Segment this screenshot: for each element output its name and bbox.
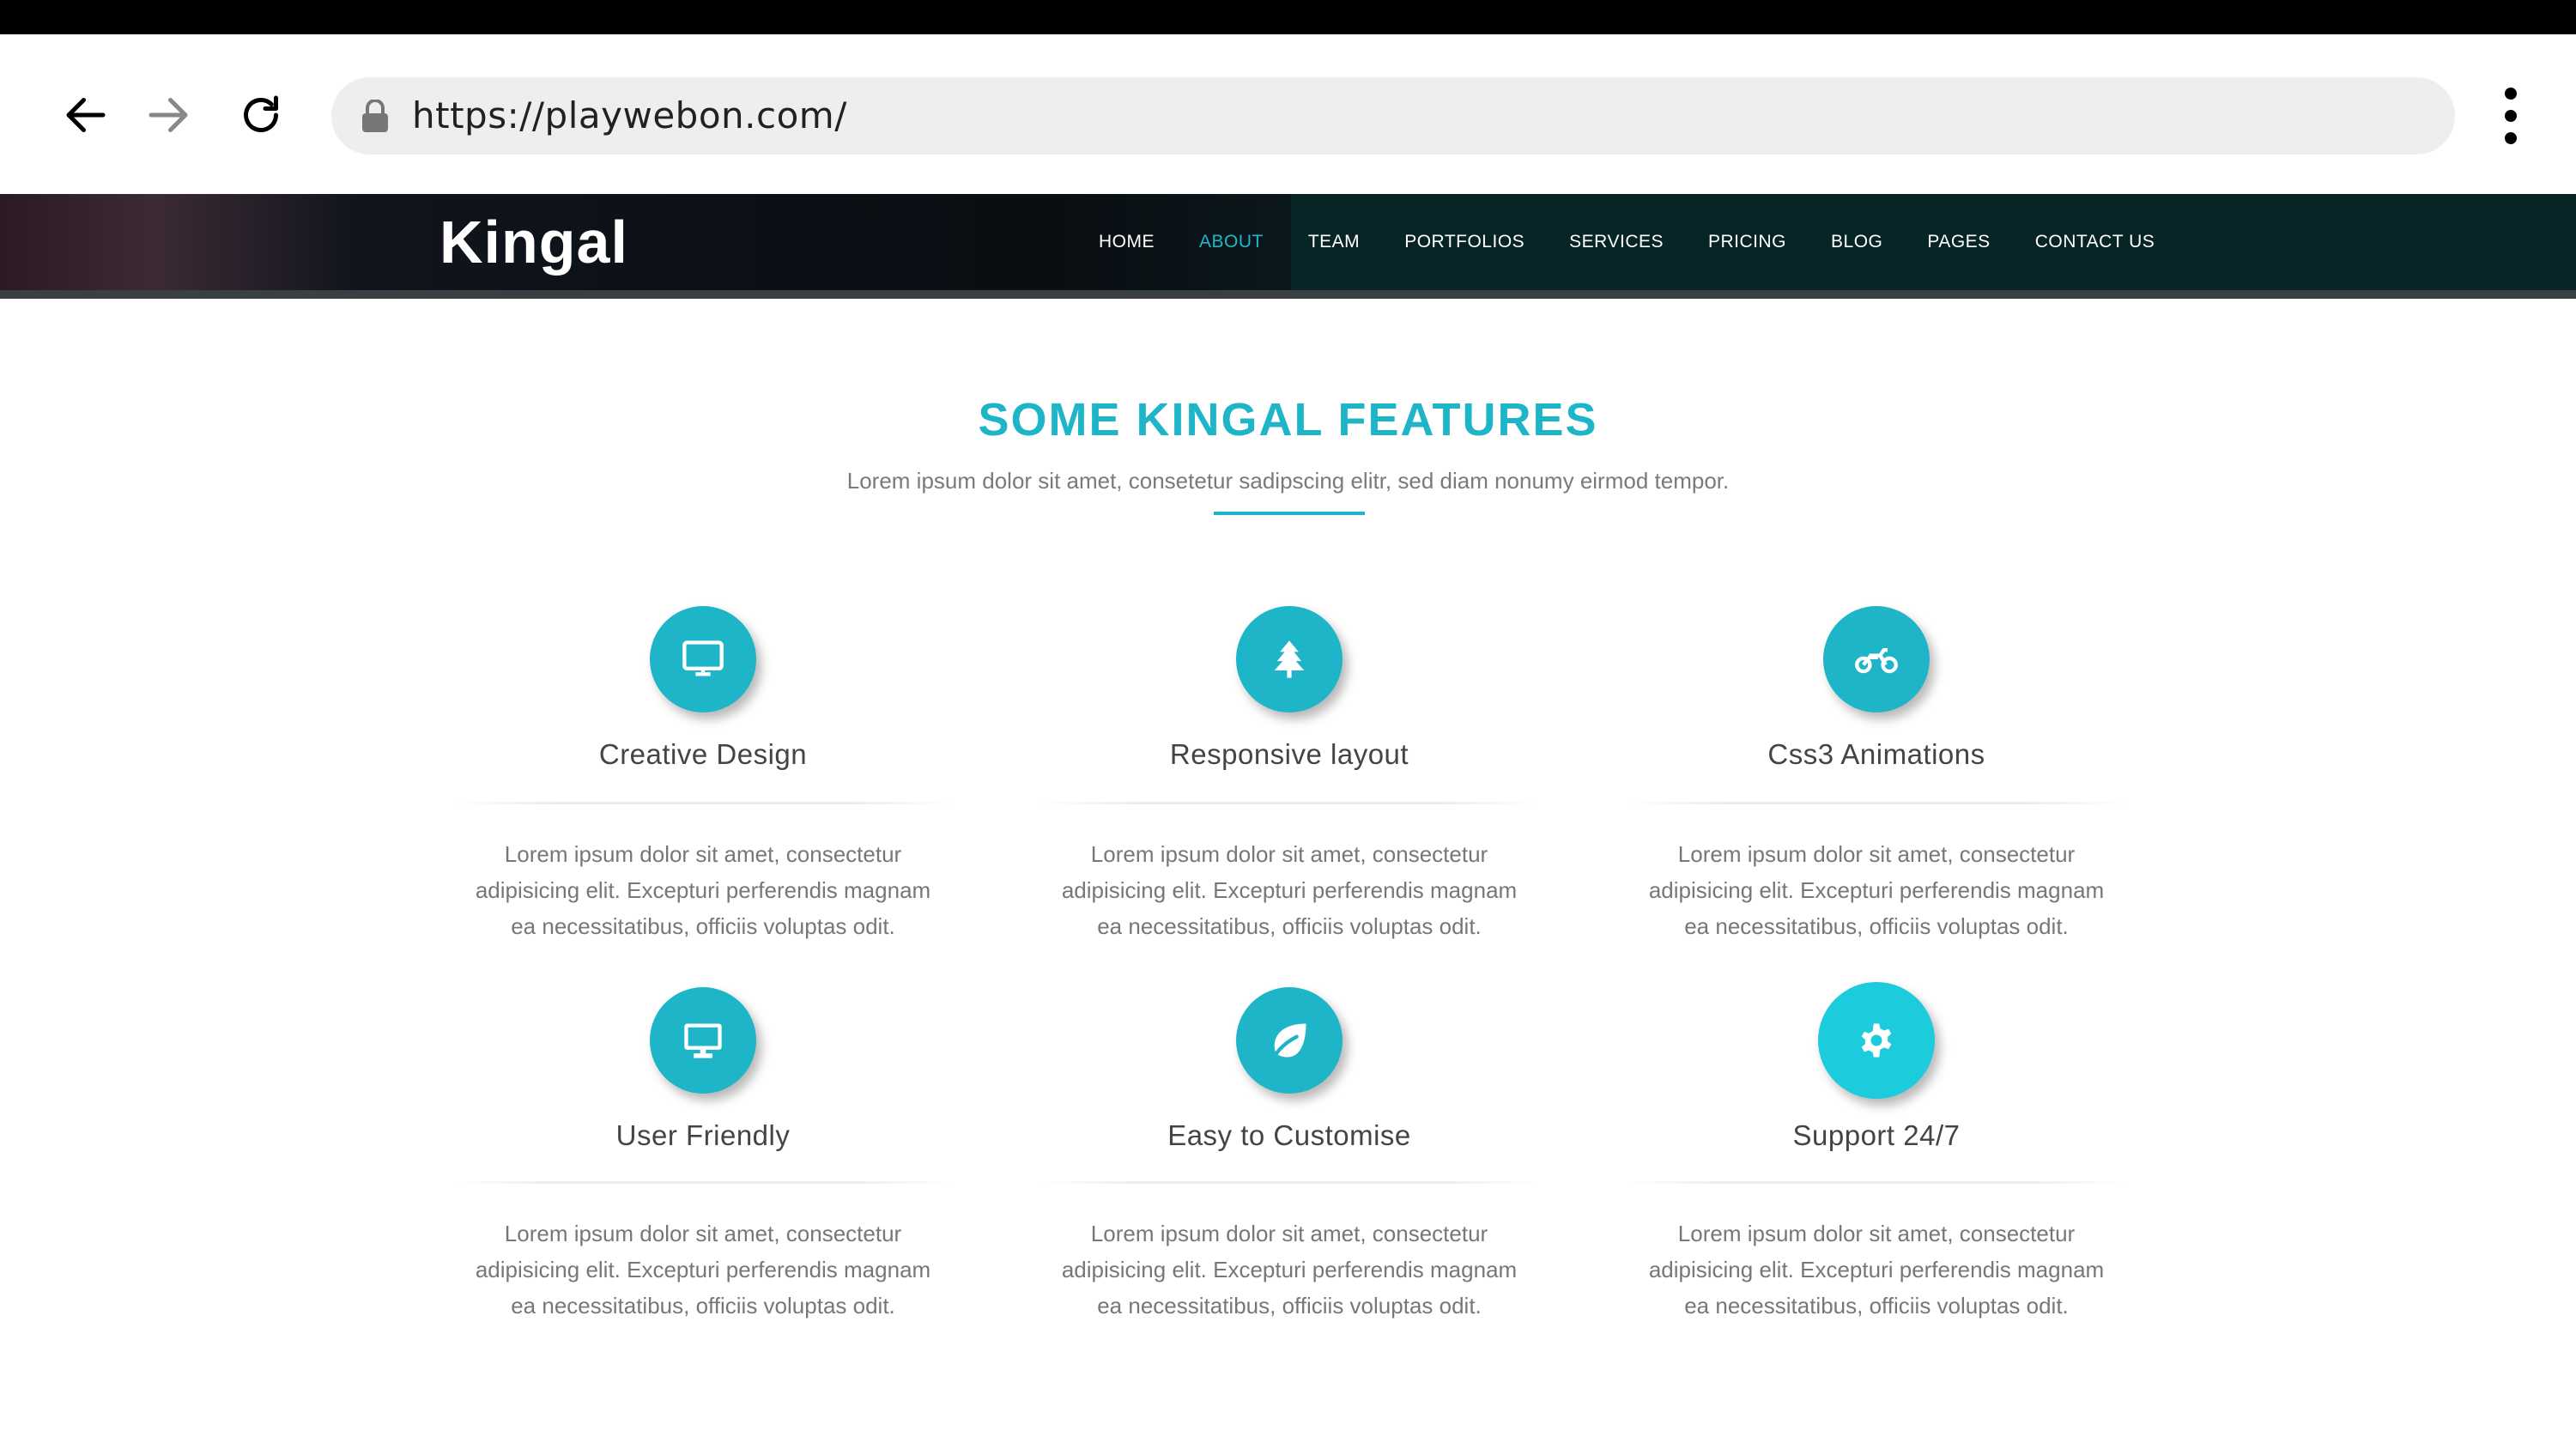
title-underline	[1214, 512, 1365, 515]
feature-divider	[1040, 1181, 1538, 1184]
feature-title: Responsive layout	[1169, 738, 1409, 770]
reload-button[interactable]	[227, 81, 295, 149]
feature-title: User Friendly	[615, 1119, 791, 1151]
address-bar[interactable]: https://playwebon.com/	[331, 77, 2455, 155]
back-button[interactable]	[52, 81, 120, 149]
feature-description: Lorem ipsum dolor sit amet, consectetur …	[1648, 841, 2105, 939]
motorcycle-icon	[1823, 606, 1930, 712]
nav-contact-us[interactable]: CONTACT US	[2035, 194, 2155, 290]
nav-team[interactable]: TEAM	[1308, 194, 1360, 290]
nav-portfolios[interactable]: PORTFOLIOS	[1404, 194, 1524, 290]
gear-icon	[1818, 982, 1935, 1099]
feature-title: Css3 Animations	[1767, 738, 1985, 770]
header-shadow	[0, 290, 2576, 299]
feature-description: Lorem ipsum dolor sit amet, consectetur …	[1061, 1221, 1518, 1319]
desktop-icon	[650, 987, 756, 1094]
feature-description: Lorem ipsum dolor sit amet, consectetur …	[1648, 1221, 2105, 1319]
arrow-right-icon	[148, 98, 188, 132]
site-logo[interactable]: Kingal	[439, 194, 628, 290]
leaf-icon	[1236, 987, 1343, 1094]
feature-description: Lorem ipsum dolor sit amet, consectetur …	[475, 841, 931, 939]
status-bar	[0, 0, 2576, 34]
arrow-left-icon	[66, 98, 106, 132]
nav-about[interactable]: ABOUT	[1199, 194, 1264, 290]
lock-icon	[362, 100, 388, 132]
feature-divider	[1040, 802, 1538, 804]
nav-pages[interactable]: PAGES	[1927, 194, 1990, 290]
nav-home[interactable]: HOME	[1099, 194, 1155, 290]
forward-button[interactable]	[134, 81, 203, 149]
url-text: https://playwebon.com/	[412, 94, 847, 136]
feature-divider	[454, 802, 952, 804]
tree-icon	[1236, 606, 1343, 712]
site-header: Kingal HOME ABOUT TEAM PORTFOLIOS SERVIC…	[0, 194, 2576, 290]
feature-divider	[1627, 802, 2125, 804]
nav-services[interactable]: SERVICES	[1569, 194, 1664, 290]
nav-pricing[interactable]: PRICING	[1708, 194, 1786, 290]
feature-description: Lorem ipsum dolor sit amet, consectetur …	[1061, 841, 1518, 939]
section-subtitle: Lorem ipsum dolor sit amet, consetetur s…	[846, 468, 1730, 494]
browser-toolbar: https://playwebon.com/	[0, 34, 2576, 194]
feature-description: Lorem ipsum dolor sit amet, consectetur …	[475, 1221, 931, 1319]
reload-icon	[244, 95, 278, 132]
feature-title: Support 24/7	[1792, 1119, 1961, 1151]
feature-divider	[454, 1181, 952, 1184]
feature-title: Creative Design	[598, 738, 808, 770]
section-title: SOME KINGAL FEATURES	[978, 394, 1598, 446]
nav-blog[interactable]: BLOG	[1831, 194, 1882, 290]
feature-divider	[1627, 1181, 2125, 1184]
monitor-icon	[650, 606, 756, 712]
more-options-icon[interactable]	[2481, 77, 2541, 155]
feature-title: Easy to Customise	[1167, 1119, 1411, 1151]
main-nav: HOME ABOUT TEAM PORTFOLIOS SERVICES PRIC…	[1082, 194, 2155, 290]
